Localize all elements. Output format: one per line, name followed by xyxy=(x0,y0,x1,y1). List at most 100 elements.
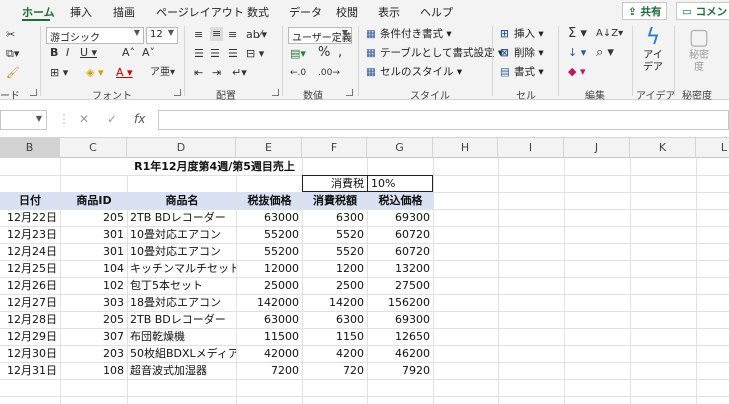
cell-tax-amount[interactable]: 6300 xyxy=(302,209,367,226)
tab-draw[interactable]: 描画 xyxy=(113,4,135,20)
column-header-g[interactable]: G xyxy=(367,138,433,158)
align-right-icon[interactable]: ☰ xyxy=(228,47,238,61)
format-as-table-button[interactable]: ▦ テーブルとして書式設定 ▾ xyxy=(366,46,503,60)
cell-product-id[interactable]: 301 xyxy=(60,243,127,260)
sort-filter-icon[interactable]: A↓Z▾ xyxy=(596,27,623,41)
column-header-j[interactable]: J xyxy=(564,138,630,158)
align-center-icon[interactable]: ☰ xyxy=(210,47,220,61)
cell-product-name[interactable]: 超音波式加湿器 xyxy=(127,362,236,379)
cell-price-incl-tax[interactable]: 69300 xyxy=(367,209,433,226)
cell-price-incl-tax[interactable]: 13200 xyxy=(367,260,433,277)
cell-tax-amount[interactable]: 5520 xyxy=(302,226,367,243)
tab-home[interactable]: ホーム xyxy=(22,4,55,20)
tab-view[interactable]: 表示 xyxy=(378,4,400,20)
tab-review[interactable]: 校閲 xyxy=(336,4,358,20)
cell-tax-amount[interactable]: 5520 xyxy=(302,243,367,260)
cell-price-excl-tax[interactable]: 42000 xyxy=(236,345,302,362)
header-cell-price-excl-tax[interactable]: 税抜価格 xyxy=(237,192,302,209)
column-header-e[interactable]: E xyxy=(236,138,302,158)
fill-icon[interactable]: ↓ ▾ xyxy=(568,46,586,60)
enter-icon[interactable]: ✓ xyxy=(107,112,117,126)
delete-cells-button[interactable]: ⊠ 削除 ▾ xyxy=(500,46,544,60)
column-header-c[interactable]: C xyxy=(60,138,127,158)
number-launcher-icon[interactable] xyxy=(346,89,353,96)
ideas-button[interactable]: ϟ アイ デア xyxy=(638,26,668,74)
cell-product-name[interactable]: 50枚組BDXLメディア xyxy=(127,345,236,362)
cell-tax-amount[interactable]: 6300 xyxy=(302,311,367,328)
font-name-combo[interactable]: 游ゴシック ▼ xyxy=(46,27,144,44)
decrease-decimal-icon[interactable]: .00→ xyxy=(318,66,340,80)
tab-help[interactable]: ヘルプ xyxy=(420,4,453,20)
column-header-k[interactable]: K xyxy=(630,138,696,158)
sheet-title[interactable]: R1年12月度第4週/第5週目売上 xyxy=(127,158,302,175)
cell-product-id[interactable]: 205 xyxy=(60,209,127,226)
format-painter-icon[interactable]: 🖌 xyxy=(6,66,20,80)
number-format-combo[interactable]: ユーザー定義 ▼ xyxy=(288,27,352,44)
cell-price-excl-tax[interactable]: 12000 xyxy=(236,260,302,277)
cell-date[interactable]: 12月28日 xyxy=(0,311,60,328)
insert-cells-button[interactable]: ⊞ 挿入 ▾ xyxy=(500,27,544,41)
header-cell-product-name[interactable]: 商品名 xyxy=(128,192,236,209)
merge-center-icon[interactable]: ⊟ ▾ xyxy=(246,47,264,61)
alignment-launcher-icon[interactable] xyxy=(272,89,279,96)
header-cell-price-incl-tax[interactable]: 税込価格 xyxy=(368,192,433,209)
tab-insert[interactable]: 挿入 xyxy=(70,4,92,20)
cell-product-id[interactable]: 205 xyxy=(60,311,127,328)
cell-product-id[interactable]: 102 xyxy=(60,277,127,294)
cell-product-name[interactable]: 包丁5本セット xyxy=(127,277,236,294)
autosum-icon[interactable]: Σ ▾ xyxy=(568,27,587,41)
cell-product-name[interactable]: 布団乾燥機 xyxy=(127,328,236,345)
cell-product-id[interactable]: 104 xyxy=(60,260,127,277)
bold-icon[interactable]: B xyxy=(50,46,58,60)
comment-button[interactable]: ▭ コメント xyxy=(676,2,729,20)
cell-date[interactable]: 12月29日 xyxy=(0,328,60,345)
name-box[interactable]: ▼ xyxy=(0,110,47,130)
italic-icon[interactable]: I xyxy=(66,46,69,60)
align-left-icon[interactable]: ☰ xyxy=(194,47,204,61)
column-header-f[interactable]: F xyxy=(302,138,367,158)
conditional-formatting-button[interactable]: ▦ 条件付き書式 ▾ xyxy=(366,27,452,41)
formula-input[interactable] xyxy=(158,110,729,130)
font-color-icon[interactable]: A ▾ xyxy=(116,66,133,80)
cell-tax-amount[interactable]: 14200 xyxy=(302,294,367,311)
cell-price-excl-tax[interactable]: 55200 xyxy=(236,243,302,260)
cell-product-name[interactable]: 2TB BDレコーダー xyxy=(127,311,236,328)
phonetic-icon[interactable]: ア亜▾ xyxy=(150,66,175,80)
cell-product-name[interactable]: 18畳対応エアコン xyxy=(127,294,236,311)
cell-product-id[interactable]: 307 xyxy=(60,328,127,345)
clipboard-launcher-icon[interactable] xyxy=(30,89,37,96)
cell-price-excl-tax[interactable]: 63000 xyxy=(236,209,302,226)
decrease-font-icon[interactable]: A˅ xyxy=(142,46,155,60)
header-cell-date[interactable]: 日付 xyxy=(0,192,60,209)
cell-price-excl-tax[interactable]: 142000 xyxy=(236,294,302,311)
cell-price-incl-tax[interactable]: 156200 xyxy=(367,294,433,311)
cell-product-name[interactable]: 10畳対応エアコン xyxy=(127,243,236,260)
currency-icon[interactable]: ▤▾ xyxy=(290,47,306,61)
font-launcher-icon[interactable] xyxy=(174,89,181,96)
cell-date[interactable]: 12月22日 xyxy=(0,209,60,226)
font-size-combo[interactable]: 12 ▼ xyxy=(146,27,178,44)
sensitivity-button[interactable]: ▢ 秘密 度 xyxy=(682,26,716,74)
cell-price-excl-tax[interactable]: 63000 xyxy=(236,311,302,328)
underline-icon[interactable]: U ▾ xyxy=(80,46,97,60)
tax-label-cell[interactable]: 消費税 xyxy=(302,175,368,192)
cell-date[interactable]: 12月27日 xyxy=(0,294,60,311)
orientation-icon[interactable]: ab⁄▾ xyxy=(246,28,267,42)
share-button[interactable]: ⇪ 共有 xyxy=(622,2,668,20)
sheet-grid[interactable]: R1年12月度第4週/第5週目売上 消費税 10% 日付 商品ID 商品名 税抜… xyxy=(0,158,729,404)
cell-tax-amount[interactable]: 1200 xyxy=(302,260,367,277)
cell-price-incl-tax[interactable]: 46200 xyxy=(367,345,433,362)
cell-price-incl-tax[interactable]: 60720 xyxy=(367,226,433,243)
increase-decimal-icon[interactable]: ←.0 xyxy=(290,66,306,80)
cell-tax-amount[interactable]: 2500 xyxy=(302,277,367,294)
borders-icon[interactable]: ⊞ ▾ xyxy=(50,66,68,80)
cell-date[interactable]: 12月23日 xyxy=(0,226,60,243)
decrease-indent-icon[interactable]: ⇤ xyxy=(194,66,203,80)
cell-price-excl-tax[interactable]: 55200 xyxy=(236,226,302,243)
increase-font-icon[interactable]: A˄ xyxy=(122,46,135,60)
cell-price-incl-tax[interactable]: 69300 xyxy=(367,311,433,328)
find-select-icon[interactable]: ⌕ ▾ xyxy=(596,46,614,60)
tax-rate-cell[interactable]: 10% xyxy=(367,175,433,192)
header-cell-tax-amount[interactable]: 消費税額 xyxy=(303,192,367,209)
cell-date[interactable]: 12月25日 xyxy=(0,260,60,277)
